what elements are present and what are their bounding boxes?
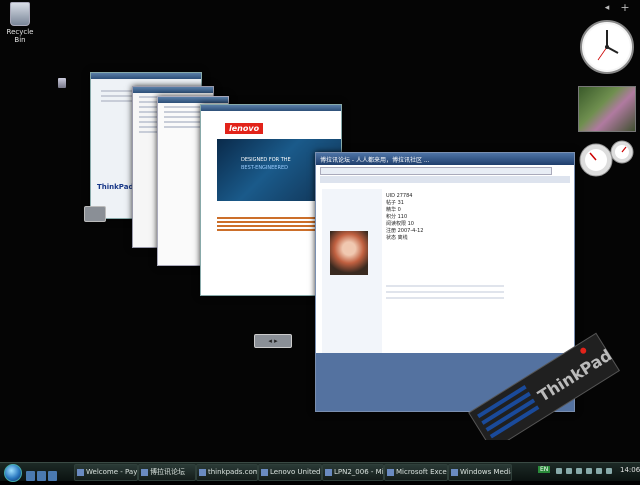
- task-button[interactable]: LPN2_006 - Micr...: [322, 464, 384, 481]
- app-icon: [387, 468, 394, 476]
- post-meta: UID 27784 帖子 31 精华 0 积分 110 阅读权限 10 注册 2…: [386, 193, 424, 241]
- quick-launch: [26, 466, 72, 481]
- avatar: [330, 231, 368, 275]
- system-tray: EN: [538, 464, 622, 479]
- banner-text: DESIGNED FOR THE: [241, 157, 291, 163]
- thinkpad-partial-text: ThinkPad: [97, 183, 134, 191]
- flip-control[interactable]: ◂ ▸: [254, 334, 292, 348]
- recycle-bin-icon: [10, 2, 30, 26]
- task-button[interactable]: Lenovo United ...: [258, 464, 322, 481]
- thinkpad-logo: ThinkPad: [468, 332, 621, 440]
- network-icon[interactable]: [556, 468, 562, 474]
- window-titlebar: [158, 97, 228, 103]
- recycle-bin[interactable]: Recycle Bin: [2, 2, 38, 44]
- task-button[interactable]: thinkpads.com...: [196, 464, 258, 481]
- window-titlebar: [201, 105, 341, 111]
- desktop: Recycle Bin ◂ + ThinkPad lenovo DESIGNED…: [0, 0, 640, 462]
- update-icon[interactable]: [606, 468, 612, 474]
- sidebar-arrow-icon[interactable]: ◂: [600, 2, 614, 14]
- messenger-icon[interactable]: [596, 468, 602, 474]
- window-titlebar: [91, 73, 201, 79]
- tab-strip[interactable]: [320, 176, 570, 183]
- app-icon: [325, 468, 332, 476]
- app-icon: [451, 468, 458, 476]
- window-title: 博拉讯论坛 - 人人都来用，博拉讯社区 ...: [320, 157, 430, 164]
- post-sidebar: [322, 189, 382, 379]
- app-icon: [77, 468, 84, 476]
- app-icon: [261, 468, 268, 476]
- add-gadget-icon[interactable]: +: [618, 2, 632, 14]
- side-control[interactable]: [84, 206, 106, 222]
- language-indicator[interactable]: EN: [538, 466, 551, 473]
- app-icon: [199, 468, 206, 476]
- recycle-bin-label: Recycle Bin: [6, 28, 34, 44]
- slideshow-gadget[interactable]: [578, 86, 636, 132]
- address-bar[interactable]: [320, 167, 552, 175]
- clock-gadget[interactable]: [578, 18, 636, 76]
- task-button[interactable]: Welcome - Pay...: [74, 464, 138, 481]
- window-titlebar: [133, 87, 213, 93]
- task-button[interactable]: 博拉讯论坛: [138, 464, 196, 481]
- battery-icon[interactable]: [576, 468, 582, 474]
- taskbar-clock[interactable]: 14:06: [620, 466, 640, 474]
- cpu-meter-gadget[interactable]: [578, 138, 636, 180]
- small-recycle-bin-icon: [58, 78, 66, 88]
- app-icon: [141, 468, 148, 476]
- start-button[interactable]: [4, 464, 22, 482]
- volume-icon[interactable]: [566, 468, 572, 474]
- taskbar: Welcome - Pay... 博拉讯论坛 thinkpads.com... …: [0, 462, 640, 482]
- banner-text: BEST-ENGINEERED: [241, 165, 288, 171]
- lenovo-logo: lenovo: [225, 123, 264, 134]
- task-button[interactable]: Microsoft Excel...: [384, 464, 448, 481]
- security-icon[interactable]: [586, 468, 592, 474]
- task-button[interactable]: Windows Media...: [448, 464, 512, 481]
- link-list: [217, 215, 317, 233]
